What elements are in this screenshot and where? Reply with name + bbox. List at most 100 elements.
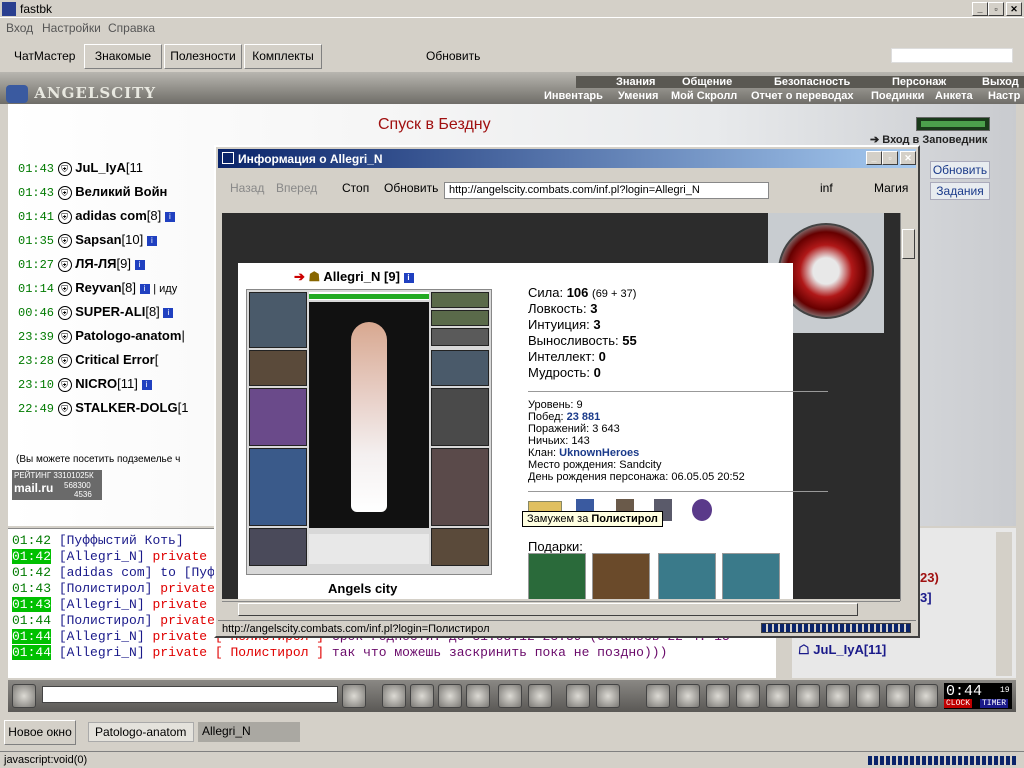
friends-button[interactable]: Знакомые [84, 44, 162, 69]
gift-flower-icon-2[interactable] [722, 553, 780, 599]
gloves-slot[interactable] [431, 350, 489, 386]
nav-my-scroll[interactable]: Мой Скролл [671, 90, 737, 102]
ring-slot-3[interactable] [431, 328, 489, 346]
private-shield-icon[interactable]: ⛨ [57, 257, 72, 272]
chat-sender[interactable]: [Allegri_N] [59, 645, 145, 660]
gift-book-icon[interactable] [528, 553, 586, 599]
smiley-icon[interactable] [566, 684, 590, 708]
info-icon[interactable]: i [141, 379, 152, 390]
sword-icon[interactable] [646, 684, 670, 708]
online-row[interactable]: 23:10 ⛨ NICRO[11] i [18, 376, 152, 392]
gold-icon[interactable] [706, 684, 730, 708]
nav-security[interactable]: Безопасность [774, 76, 850, 88]
utilities-button[interactable]: Полезности [164, 44, 242, 69]
new-window-button[interactable]: Новое окно [4, 720, 76, 745]
online-name[interactable]: JuL_IyA [75, 160, 126, 175]
online-name[interactable]: Reyvan [75, 280, 121, 295]
chat-private[interactable]: private [ Полистирол ] [152, 645, 324, 660]
sets-button[interactable]: Комплекты [244, 44, 322, 69]
chat-sender[interactable]: [adidas com] [59, 565, 153, 580]
menu-settings[interactable]: Настройки [42, 21, 101, 35]
nav-character[interactable]: Персонаж [892, 76, 946, 88]
walk-icon[interactable] [466, 684, 490, 708]
popup-refresh-button[interactable]: Обновить [384, 181, 438, 195]
castle-icon[interactable] [796, 684, 820, 708]
private-shield-icon[interactable]: ⛨ [57, 353, 72, 368]
online-name[interactable]: Patologo-anatom [75, 328, 181, 343]
popup-hscroll-thumb[interactable] [238, 603, 858, 616]
chat-sender[interactable]: [Allegri_N] [59, 549, 145, 564]
info-icon[interactable]: i [403, 272, 414, 283]
ring-slot-1[interactable] [431, 292, 489, 308]
private-shield-icon[interactable]: ⛨ [57, 305, 72, 320]
shield-slot[interactable] [431, 388, 489, 446]
magic-link[interactable]: Магия [874, 181, 908, 195]
private-shield-icon[interactable]: ⛨ [57, 281, 72, 296]
popup-hscroll[interactable] [222, 601, 900, 617]
back-button[interactable]: Назад [230, 181, 264, 195]
online-name[interactable]: ЛЯ-ЛЯ [75, 256, 116, 271]
toolbar-input[interactable] [891, 48, 1013, 63]
online-row[interactable]: 01:27 ⛨ ЛЯ-ЛЯ[9] i [18, 256, 145, 272]
chat-sender[interactable]: [Пуффыстий Коть] [59, 533, 184, 548]
private-shield-icon[interactable]: ⛨ [57, 209, 72, 224]
tab-patologo[interactable]: Patologo-anatom [88, 722, 194, 742]
bag-icon[interactable] [676, 684, 700, 708]
forward-button[interactable]: Вперед [276, 181, 317, 195]
boots-slot[interactable] [431, 528, 489, 566]
popup-vscroll[interactable] [900, 213, 916, 601]
filter-icon[interactable] [410, 684, 434, 708]
online-name[interactable]: adidas com [75, 208, 147, 223]
helmet-slot[interactable] [249, 292, 307, 348]
popup-close-button[interactable]: ✕ [900, 151, 916, 165]
scroll-icon[interactable] [736, 684, 760, 708]
chat-private[interactable]: private [152, 597, 207, 612]
private-shield-icon[interactable]: ⛨ [57, 401, 72, 416]
nav-profile[interactable]: Анкета [935, 90, 973, 102]
info-icon[interactable]: i [139, 283, 150, 294]
chatmaster-button[interactable]: ЧатМастер [14, 49, 75, 63]
minimize-button[interactable]: _ [972, 2, 988, 16]
online-row[interactable]: 01:14 ⛨ Reyvan[8] i | иду [18, 280, 177, 296]
online-row[interactable]: 22:49 ⛨ STALKER-DOLG[1 [18, 400, 188, 416]
info-icon[interactable]: i [163, 307, 174, 318]
smile-head-icon[interactable] [12, 684, 36, 708]
online-row[interactable]: 01:41 ⛨ adidas com[8] i [18, 208, 175, 224]
info-icon[interactable]: i [164, 211, 175, 222]
info-icon[interactable]: i [134, 259, 145, 270]
online-name[interactable]: Critical Error [75, 352, 154, 367]
online-row[interactable]: 23:28 ⛨ Critical Error[ [18, 352, 158, 368]
right-item-3[interactable]: ☖ JuL_IyA[11] [798, 642, 886, 658]
online-row[interactable]: 01:43 ⛨ Великий Войн [18, 184, 167, 200]
online-name[interactable]: Великий Войн [75, 184, 167, 199]
transfer-icon[interactable] [766, 684, 790, 708]
nav-communication[interactable]: Общение [682, 76, 732, 88]
menu-login[interactable]: Вход [6, 21, 33, 35]
bracer-slot[interactable] [249, 350, 307, 386]
private-shield-icon[interactable]: ⛨ [57, 377, 72, 392]
timer-label[interactable]: TIMER [980, 699, 1009, 708]
private-icon[interactable] [498, 684, 522, 708]
info-value[interactable]: UknownHeroes [559, 447, 639, 459]
private-shield-icon[interactable]: ⛨ [57, 233, 72, 248]
flag-icon[interactable] [886, 684, 910, 708]
group-icon[interactable] [856, 684, 880, 708]
online-name[interactable]: SUPER-ALI [75, 304, 145, 319]
armor-slot[interactable] [249, 448, 307, 526]
stop-button[interactable]: Стоп [342, 181, 369, 195]
sound-icon[interactable] [528, 684, 552, 708]
fight-icon[interactable] [826, 684, 850, 708]
exit-icon[interactable] [914, 684, 938, 708]
private-shield-icon[interactable]: ⛨ [57, 161, 72, 176]
side-quests-button[interactable]: Задания [930, 182, 990, 200]
weapon-slot[interactable] [249, 388, 307, 446]
online-row[interactable]: 01:35 ⛨ Sapsan[10] i [18, 232, 157, 248]
chat-sender[interactable]: [Полистирол] [59, 613, 153, 628]
online-name[interactable]: Sapsan [75, 232, 121, 247]
refresh-button[interactable]: Обновить [426, 49, 480, 63]
online-name[interactable]: NICRO [75, 376, 117, 391]
save-icon[interactable] [438, 684, 462, 708]
private-shield-icon[interactable]: ⛨ [57, 329, 72, 344]
menu-help[interactable]: Справка [108, 21, 155, 35]
chat-sender[interactable]: [Allegri_N] [59, 629, 145, 644]
